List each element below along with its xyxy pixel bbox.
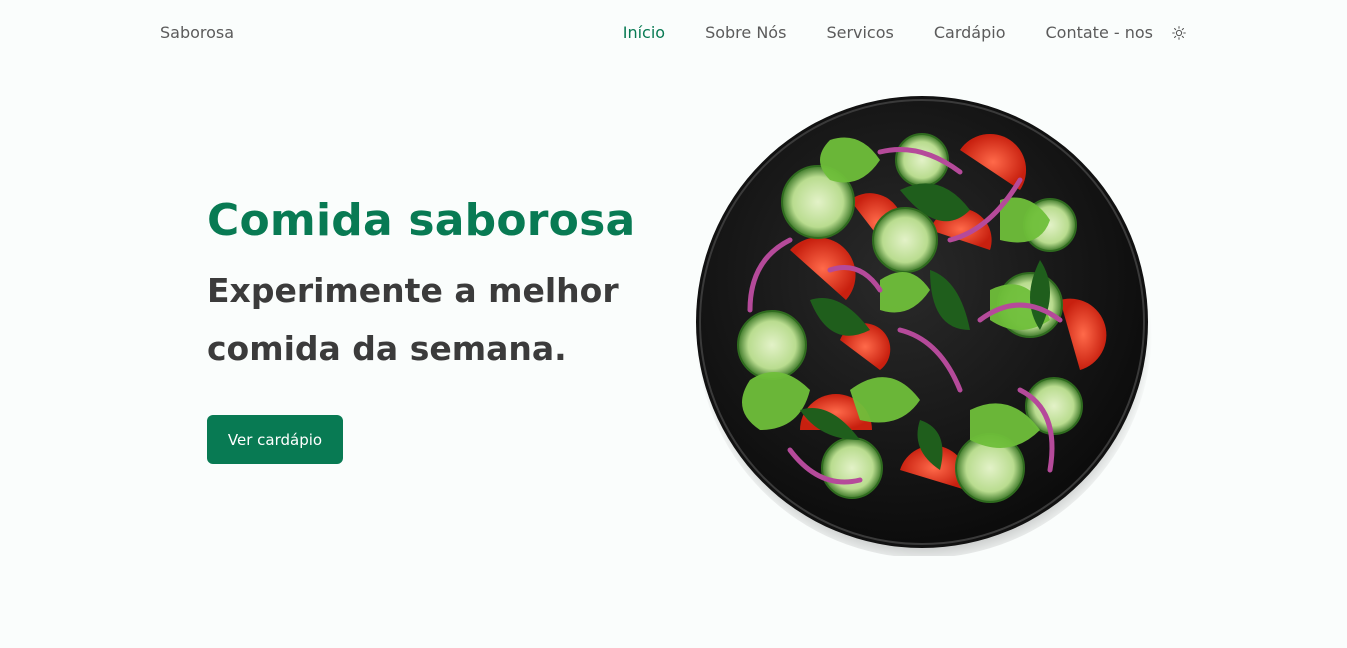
theme-toggle-button[interactable] <box>1171 25 1187 41</box>
hero-subtitle-line2: comida da semana. <box>207 329 567 368</box>
brand-logo[interactable]: Saborosa <box>160 23 234 42</box>
nav-item-servicos: Servicos <box>826 23 893 42</box>
nav-link-sobre-nos[interactable]: Sobre Nós <box>705 23 786 42</box>
nav-link-contate[interactable]: Contate - nos <box>1045 23 1153 42</box>
hero-title: Comida saborosa <box>207 195 636 246</box>
nav-item-inicio: Início <box>623 23 665 42</box>
nav-link-servicos[interactable]: Servicos <box>826 23 893 42</box>
hero-subtitle: Experimente a melhor comida da semana. <box>207 262 677 378</box>
nav-item-cardapio: Cardápio <box>934 23 1006 42</box>
sun-icon <box>1172 25 1186 40</box>
nav-link-cardapio[interactable]: Cardápio <box>934 23 1006 42</box>
nav-item-sobre: Sobre Nós <box>705 23 786 42</box>
nav-link-inicio[interactable]: Início <box>623 23 665 42</box>
hero-section: Comida saborosa Experimente a melhor com… <box>207 190 677 378</box>
nav-menu: Início Sobre Nós Servicos Cardápio Conta… <box>623 23 1187 42</box>
view-menu-button[interactable]: Ver cardápio <box>207 415 343 464</box>
navbar: Saborosa Início Sobre Nós Servicos Cardá… <box>0 0 1347 66</box>
hero-subtitle-line1: Experimente a melhor <box>207 271 619 310</box>
salad-plate-image <box>690 90 1154 558</box>
nav-item-contate: Contate - nos <box>1045 23 1153 42</box>
